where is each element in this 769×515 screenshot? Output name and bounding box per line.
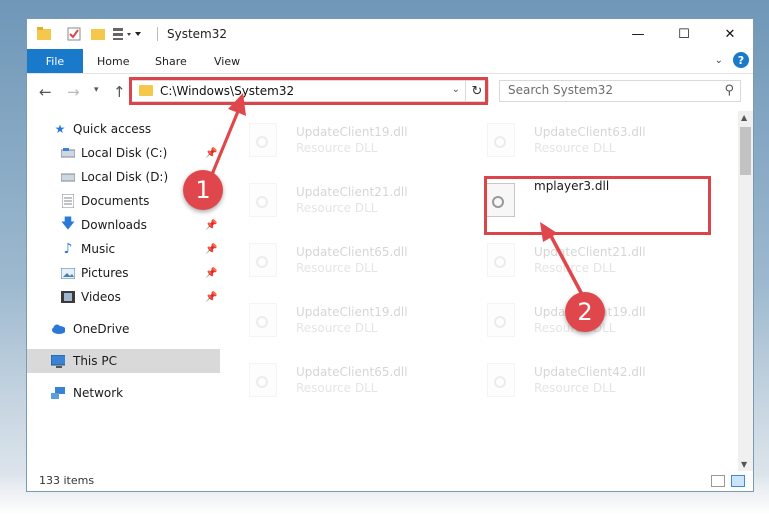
callout-1: 1	[183, 170, 223, 210]
callout-2: 2	[565, 292, 605, 332]
annotation-arrows	[208, 93, 587, 302]
arrow-1	[208, 93, 246, 181]
arrow-2	[540, 222, 587, 302]
